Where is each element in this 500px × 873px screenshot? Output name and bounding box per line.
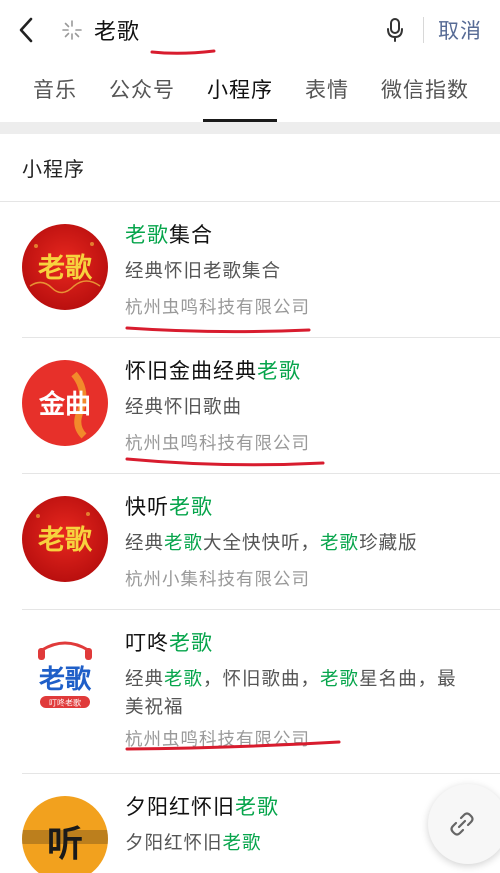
logo-text: 老歌: [38, 525, 93, 556]
divider: [423, 17, 424, 43]
back-button[interactable]: [0, 0, 52, 60]
app-logo: 老歌 叮咚老歌: [22, 632, 108, 718]
result-item[interactable]: 老歌 老歌集合 经典怀旧老歌集合 杭州虫鸣科技有限公司: [22, 202, 500, 338]
microphone-icon: [387, 18, 403, 42]
search-bar: 老歌 取消: [0, 0, 500, 60]
cancel-button[interactable]: 取消: [438, 15, 482, 45]
search-input[interactable]: 老歌: [52, 0, 375, 60]
logo-text: 金曲: [38, 389, 91, 420]
search-query: 老歌: [94, 20, 141, 45]
result-company: 杭州虫鸣科技有限公司: [125, 298, 310, 318]
result-description: 经典老歌，怀旧歌曲，老歌星名曲，最 美祝福: [125, 669, 457, 718]
section-title: 小程序: [0, 134, 500, 202]
link-floating-button[interactable]: [428, 784, 500, 864]
voice-input-button[interactable]: [375, 0, 415, 60]
red-underline-annotation: [125, 457, 325, 467]
result-title: 老歌集合: [125, 223, 213, 247]
result-company: 杭州小集科技有限公司: [125, 570, 310, 590]
result-item[interactable]: 老歌 快听老歌 经典老歌大全快快听，老歌珍藏版 杭州小集科技有限公司: [22, 474, 500, 610]
result-description: 经典怀旧老歌集合: [125, 261, 282, 282]
logo-text: 老歌: [39, 665, 92, 695]
tab-wechat-index[interactable]: 微信指数: [381, 60, 469, 122]
tab-stickers[interactable]: 表情: [305, 60, 349, 122]
result-company: 杭州虫鸣科技有限公司: [125, 434, 310, 454]
app-logo: 老歌: [22, 224, 108, 310]
sparkle-icon: [62, 20, 82, 40]
logo-text: 老歌: [38, 253, 93, 284]
app-logo: 听: [22, 796, 108, 873]
red-underline-annotation: [150, 49, 216, 55]
result-title: 快听老歌: [125, 495, 213, 519]
tab-mini-programs[interactable]: 小程序: [203, 60, 277, 122]
result-item[interactable]: 老歌 叮咚老歌 叮咚老歌 经典老歌，怀旧歌曲，老歌星名曲，最 美祝福 杭州虫鸣科技…: [22, 610, 500, 774]
chevron-left-icon: [19, 17, 33, 43]
result-title: 叮咚老歌: [125, 631, 213, 655]
red-underline-annotation: [125, 740, 341, 751]
red-underline-annotation: [125, 326, 311, 334]
results-panel: 小程序 老歌 老歌集合 经典怀旧老歌集合 杭州虫鸣科技有限公司 金曲 怀旧金曲经…: [0, 134, 500, 873]
result-description: 经典怀旧歌曲: [125, 397, 243, 418]
app-logo: 老歌: [22, 496, 108, 582]
link-icon: [450, 812, 474, 836]
result-title: 怀旧金曲经典老歌: [125, 359, 301, 383]
logo-subtext: 叮咚老歌: [49, 698, 81, 708]
tab-music[interactable]: 音乐: [33, 60, 77, 122]
result-description: 经典老歌大全快快听，老歌珍藏版: [125, 533, 418, 554]
tab-official-accounts[interactable]: 公众号: [109, 60, 175, 122]
result-item[interactable]: 金曲 怀旧金曲经典老歌 经典怀旧歌曲 杭州虫鸣科技有限公司: [22, 338, 500, 474]
logo-text: 听: [47, 824, 83, 865]
app-logo: 金曲: [22, 360, 108, 446]
category-tabs: 音乐 公众号 小程序 表情 微信指数: [0, 60, 500, 122]
